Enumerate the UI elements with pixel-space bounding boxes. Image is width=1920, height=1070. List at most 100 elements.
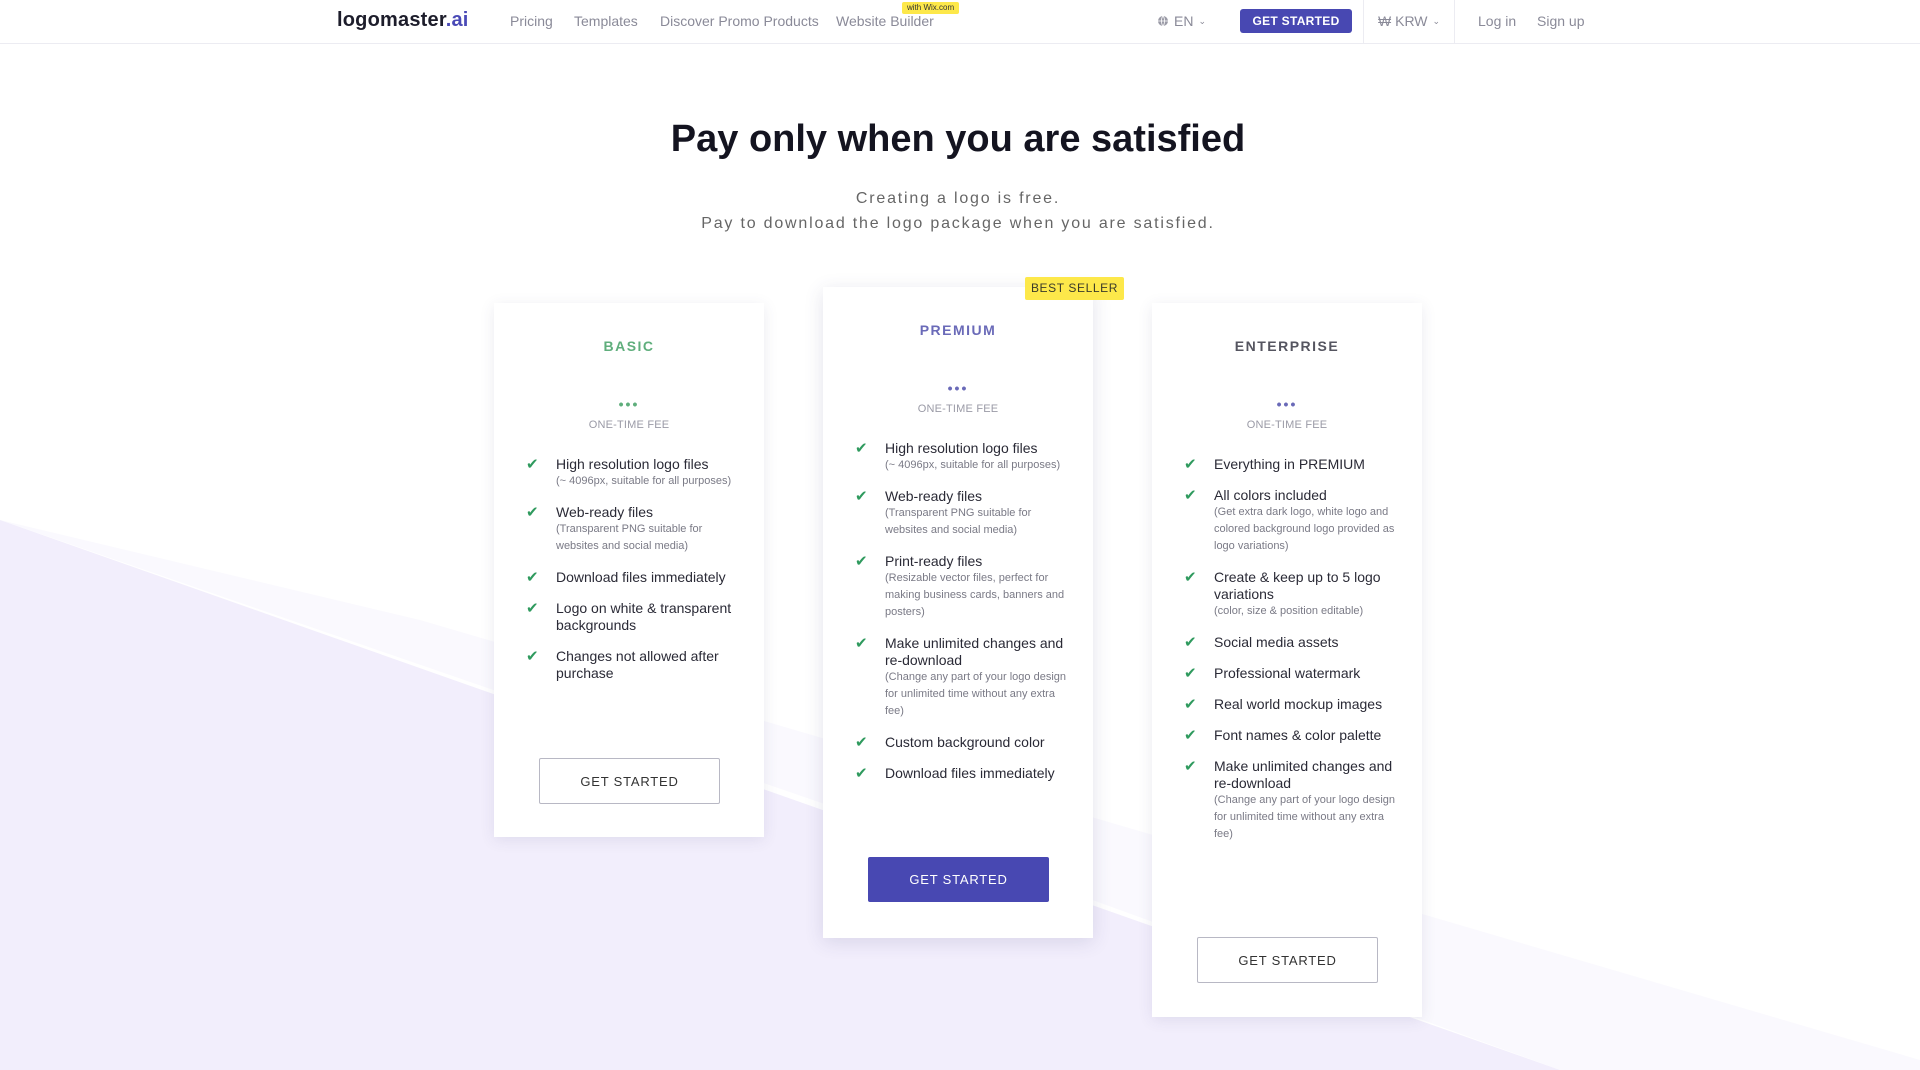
feature-title: Make unlimited changes and re-download (1214, 758, 1393, 791)
feature-title: Download files immediately (556, 569, 726, 585)
currency-selector[interactable]: ₩ KRW ⌄ (1378, 13, 1440, 29)
feature-detail: (Change any part of your logo design for… (1214, 794, 1396, 840)
plan-card-basic: BASIC ••• ONE-TIME FEE ✔ High resolution … (494, 303, 764, 837)
divider (1454, 0, 1455, 44)
plan-name: PREMIUM (919, 322, 997, 338)
check-icon: ✔ (855, 734, 868, 751)
feature-title: Web-ready files (885, 488, 983, 504)
feature-title: Professional watermark (1214, 665, 1361, 681)
plan-fee-label: ONE-TIME FEE (1246, 419, 1328, 431)
nav-link-pricing[interactable]: Pricing (510, 13, 553, 29)
feature-item: ✔ Real world mockup images (1184, 696, 1402, 713)
check-icon: ✔ (855, 635, 868, 652)
plan-price: ••• (1276, 396, 1298, 412)
language-selector[interactable]: EN ⌄ (1157, 13, 1206, 29)
feature-title: Font names & color palette (1214, 727, 1382, 743)
plan-card-enterprise: ENTERPRISE ••• ONE-TIME FEE ✔ Everything … (1152, 303, 1422, 1017)
plan-name: ENTERPRISE (1234, 338, 1340, 354)
feature-title: All colors included (1214, 487, 1327, 503)
divider (1363, 0, 1364, 44)
signup-link[interactable]: Sign up (1537, 13, 1584, 29)
chevron-down-icon: ⌄ (1198, 15, 1206, 26)
nav-link-promo-products[interactable]: Discover Promo Products (660, 13, 819, 29)
feature-item: ✔ Web-ready files (Transparent PNG suitabl… (526, 504, 744, 555)
check-icon: ✔ (855, 765, 868, 782)
feature-detail: (Transparent PNG suitable for websites a… (885, 507, 1032, 536)
feature-list: ✔ High resolution logo files (~ 4096px, su… (526, 456, 744, 696)
plan-name: BASIC (603, 338, 655, 354)
feature-title: Download files immediately (885, 765, 1055, 781)
check-icon: ✔ (1184, 487, 1197, 504)
plan-fee-label: ONE-TIME FEE (917, 403, 999, 415)
feature-item: ✔ Create & keep up to 5 logo variations (c… (1184, 569, 1402, 620)
feature-item: ✔ Print-ready files (Resizable vector file… (855, 553, 1073, 621)
hero-subtitle-line2: Pay to download the logo package when yo… (701, 215, 1215, 232)
plan-price: ••• (618, 396, 640, 412)
check-icon: ✔ (1184, 569, 1197, 586)
feature-detail: (color, size & position editable) (1214, 605, 1364, 617)
feature-title: Create & keep up to 5 logo variations (1214, 569, 1381, 602)
nav-link-templates[interactable]: Templates (574, 13, 638, 29)
check-icon: ✔ (855, 440, 868, 457)
nav-get-started-button[interactable]: GET STARTED (1240, 9, 1352, 33)
plan-price: ••• (947, 380, 969, 396)
top-navbar: logomaster.ai Pricing Templates Discover… (0, 0, 1920, 44)
check-icon: ✔ (1184, 665, 1197, 682)
feature-title: High resolution logo files (556, 456, 709, 472)
check-icon: ✔ (526, 569, 539, 586)
feature-item: ✔ Make unlimited changes and re-download(… (855, 635, 1073, 720)
feature-item: ✔ Download files immediately (855, 765, 1073, 782)
feature-title: Custom background color (885, 734, 1045, 750)
feature-detail: (Get extra dark logo, white logo and col… (1214, 506, 1395, 552)
wix-badge: with Wix.com (902, 2, 960, 14)
feature-list: ✔ High resolution logo files (~ 4096px, su… (855, 440, 1073, 796)
feature-title: Web-ready files (556, 504, 654, 520)
feature-title: Make unlimited changes and re-download (885, 635, 1064, 668)
globe-icon (1158, 15, 1168, 27)
feature-item: ✔ Social media assets (1184, 634, 1402, 651)
login-link[interactable]: Log in (1478, 13, 1516, 29)
feature-item: ✔ Download files immediately (526, 569, 744, 586)
hero-subtitle-line1: Creating a logo is free. (855, 190, 1061, 207)
feature-item: ✔ High resolution logo files (~ 4096px, su… (526, 456, 744, 490)
feature-item: ✔ Custom background color (855, 734, 1073, 751)
feature-item: ✔ Everything in PREMIUM (1184, 456, 1402, 473)
feature-item: ✔ Changes not allowed after purchase (526, 648, 744, 682)
feature-title: High resolution logo files (885, 440, 1038, 456)
feature-item: ✔ All colors included (Get extra dark logo… (1184, 487, 1402, 555)
feature-title: Changes not allowed after purchase (556, 648, 719, 681)
logo[interactable]: logomaster.ai (337, 9, 469, 32)
check-icon: ✔ (526, 648, 539, 665)
nav-link-website-builder[interactable]: Website Builder (836, 13, 934, 29)
plan-fee-label: ONE-TIME FEE (588, 419, 670, 431)
logo-ai-suffix: .ai (445, 9, 469, 31)
feature-title: Print-ready files (885, 553, 983, 569)
best-seller-badge: BEST SELLER (1025, 277, 1124, 300)
feature-item: ✔ Web-ready files (Transparent PNG suitabl… (855, 488, 1073, 539)
enterprise-get-started-button[interactable]: GET STARTED (1197, 937, 1378, 983)
language-label: EN (1174, 13, 1194, 29)
plan-card-premium: PREMIUM ••• ONE-TIME FEE ✔ High resolutio… (823, 287, 1093, 938)
feature-title: Logo on white & transparent backgrounds (556, 600, 732, 633)
check-icon: ✔ (1184, 456, 1197, 473)
feature-item: ✔ Font names & color palette (1184, 727, 1402, 744)
feature-title: Social media assets (1214, 634, 1339, 650)
check-icon: ✔ (1184, 758, 1197, 775)
feature-detail: (Resizable vector files, perfect for mak… (885, 572, 1065, 618)
currency-label: ₩ KRW (1378, 13, 1428, 29)
feature-title: Everything in PREMIUM (1214, 456, 1365, 472)
chevron-down-icon: ⌄ (1432, 15, 1441, 26)
feature-detail: (~ 4096px, suitable for all purposes) (556, 475, 732, 487)
check-icon: ✔ (526, 600, 539, 617)
feature-detail: (Transparent PNG suitable for websites a… (556, 523, 703, 552)
check-icon: ✔ (855, 553, 868, 570)
feature-item: ✔ Professional watermark (1184, 665, 1402, 682)
feature-item: ✔ Make unlimited changes and re-download(… (1184, 758, 1402, 843)
feature-item: ✔ Logo on white & transparent backgrounds (526, 600, 744, 634)
basic-get-started-button[interactable]: GET STARTED (539, 758, 720, 804)
page-title: Pay only when you are satisfied (670, 118, 1246, 160)
check-icon: ✔ (1184, 727, 1197, 744)
check-icon: ✔ (1184, 634, 1197, 651)
premium-get-started-button[interactable]: GET STARTED (868, 857, 1049, 902)
feature-item: ✔ High resolution logo files (~ 4096px, su… (855, 440, 1073, 474)
